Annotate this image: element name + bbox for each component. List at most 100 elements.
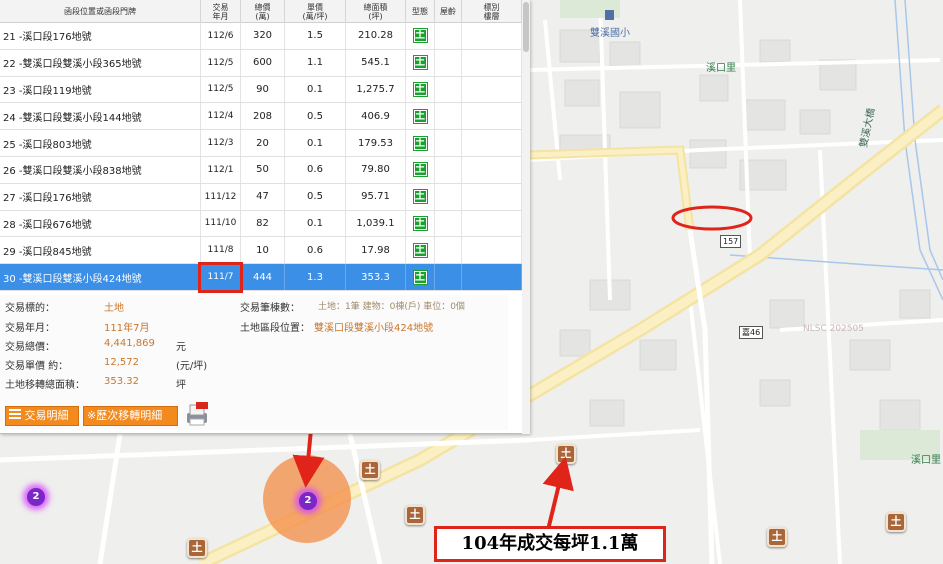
row-total-price: 444	[241, 264, 285, 290]
land-marker-icon[interactable]: 土	[767, 527, 787, 547]
row-area: 406.9	[346, 103, 406, 130]
header-date[interactable]: 交易 年月	[201, 0, 241, 23]
area-unit: 坪	[176, 380, 186, 391]
target-value: 土地	[104, 303, 124, 314]
header-floor[interactable]: 標別 樓層	[462, 0, 522, 23]
location-value: 雙溪口段雙溪小段424地號	[314, 323, 434, 334]
area-value: 353.32	[104, 376, 139, 387]
row-total-price: 82	[241, 210, 285, 237]
row-type: 土	[406, 210, 435, 237]
header-total[interactable]: 總價 (萬)	[241, 0, 285, 23]
transfer-history-button-label: ※歷次移轉明細	[87, 409, 163, 422]
transaction-panel: 函段位置或函段門牌 交易 年月 總價 (萬) 單價 (萬/坪) 總面積 (坪) …	[0, 0, 530, 434]
row-floor	[462, 183, 522, 210]
table-row[interactable]: 30 -雙溪口段雙溪小段424地號 111/7 444 1.3 353.3 土	[0, 264, 522, 291]
row-area: 17.98	[346, 237, 406, 264]
village-label: 溪口里	[706, 63, 736, 74]
row-date: 111/7	[201, 264, 241, 290]
header-age[interactable]: 屋齡	[435, 0, 462, 23]
count-label: 交易筆棟數：	[240, 303, 300, 314]
row-area: 210.28	[346, 23, 406, 49]
row-floor	[462, 23, 522, 49]
date-label: 交易年月：	[5, 323, 55, 334]
row-address: 24 -雙溪口段雙溪小段144地號	[0, 103, 201, 130]
annotation-callout: 104年成交每坪1.1萬	[434, 526, 666, 562]
row-total-price: 10	[241, 237, 285, 264]
table-row[interactable]: 29 -溪口段845地號 111/8 10 0.6 17.98 土	[0, 237, 522, 265]
row-type: 土	[406, 156, 435, 183]
row-unit-price: 1.1	[285, 49, 346, 76]
route-157-shield: 157	[720, 235, 742, 248]
transfer-history-button[interactable]: ※歷次移轉明細	[83, 406, 178, 426]
row-age	[435, 130, 462, 156]
table-row[interactable]: 28 -溪口段676地號 111/10 82 0.1 1,039.1 土	[0, 210, 522, 238]
target-label: 交易標的：	[5, 303, 55, 314]
row-age	[435, 156, 462, 183]
cluster-count: 2	[27, 488, 45, 506]
row-address: 27 -溪口段176地號	[0, 183, 201, 210]
row-type: 土	[406, 237, 435, 264]
total-price-value: 4,441,869	[104, 338, 155, 349]
row-age	[435, 264, 462, 290]
list-icon	[9, 407, 21, 425]
scrollbar-thumb[interactable]	[523, 2, 529, 52]
row-date: 112/1	[201, 156, 241, 183]
row-type: 土	[406, 183, 435, 210]
row-type: 土	[406, 264, 435, 290]
row-type: 土	[406, 130, 435, 156]
table-row[interactable]: 27 -溪口段176地號 111/12 47 0.5 95.71 土	[0, 183, 522, 211]
school-label: 雙溪國小	[590, 28, 630, 39]
row-address: 25 -溪口段803地號	[0, 130, 201, 156]
row-floor	[462, 156, 522, 183]
table-row[interactable]: 23 -溪口段119地號 112/5 90 0.1 1,275.7 土	[0, 76, 522, 104]
table-row[interactable]: 22 -雙溪口段雙溪小段365地號 112/5 600 1.1 545.1 土	[0, 49, 522, 77]
row-address: 26 -雙溪口段雙溪小段838地號	[0, 156, 201, 183]
transaction-detail-button-label: 交易明細	[24, 409, 69, 422]
date-value: 111年7月	[104, 323, 150, 334]
row-date: 112/5	[201, 76, 241, 103]
route-46-shield: 嘉46	[739, 326, 764, 339]
land-marker-icon[interactable]: 土	[360, 460, 380, 480]
row-type: 土	[406, 76, 435, 103]
row-age	[435, 76, 462, 103]
land-type-icon: 土	[413, 190, 427, 204]
transaction-cluster[interactable]: 2	[263, 455, 351, 543]
header-unit-price[interactable]: 單價 (萬/坪)	[285, 0, 346, 23]
land-marker-icon[interactable]: 土	[187, 538, 207, 558]
row-floor	[462, 264, 522, 290]
header-type[interactable]: 型態	[406, 0, 435, 23]
row-age	[435, 23, 462, 49]
row-floor	[462, 76, 522, 103]
row-area: 353.3	[346, 264, 406, 290]
land-marker-icon[interactable]: 土	[886, 512, 906, 532]
scrollbar[interactable]	[522, 0, 530, 434]
row-area: 95.71	[346, 183, 406, 210]
transaction-table: 21 -溪口段176地號 112/6 320 1.5 210.28 土 22 -雙溪口段雙溪…	[0, 23, 522, 291]
row-address: 30 -雙溪口段雙溪小段424地號	[0, 264, 201, 290]
row-total-price: 47	[241, 183, 285, 210]
total-price-unit: 元	[176, 342, 186, 353]
land-marker-icon[interactable]: 土	[556, 444, 576, 464]
row-unit-price: 0.1	[285, 76, 346, 103]
row-date: 112/6	[201, 23, 241, 49]
row-age	[435, 103, 462, 130]
map-watermark: NLSC 202505	[803, 324, 864, 334]
row-date: 111/10	[201, 210, 241, 237]
table-header: 函段位置或函段門牌 交易 年月 總價 (萬) 單價 (萬/坪) 總面積 (坪) …	[0, 0, 522, 23]
transaction-cluster-small[interactable]: 2	[21, 482, 51, 512]
table-row[interactable]: 21 -溪口段176地號 112/6 320 1.5 210.28 土	[0, 23, 522, 50]
total-price-label: 交易總價：	[5, 342, 55, 353]
header-address[interactable]: 函段位置或函段門牌	[0, 0, 201, 23]
land-marker-icon[interactable]: 土	[405, 505, 425, 525]
village-label-2: 溪口里	[911, 455, 941, 466]
table-row[interactable]: 26 -雙溪口段雙溪小段838地號 112/1 50 0.6 79.80 土	[0, 156, 522, 184]
transaction-detail-button[interactable]: 交易明細	[5, 406, 79, 426]
table-row[interactable]: 25 -溪口段803地號 112/3 20 0.1 179.53 土	[0, 130, 522, 157]
land-type-icon: 土	[413, 270, 427, 284]
table-row[interactable]: 24 -雙溪口段雙溪小段144地號 112/4 208 0.5 406.9 土	[0, 103, 522, 131]
row-total-price: 208	[241, 103, 285, 130]
pdf-print-icon[interactable]	[184, 401, 210, 427]
header-area[interactable]: 總面積 (坪)	[346, 0, 406, 23]
row-unit-price: 1.3	[285, 264, 346, 290]
row-unit-price: 0.5	[285, 103, 346, 130]
